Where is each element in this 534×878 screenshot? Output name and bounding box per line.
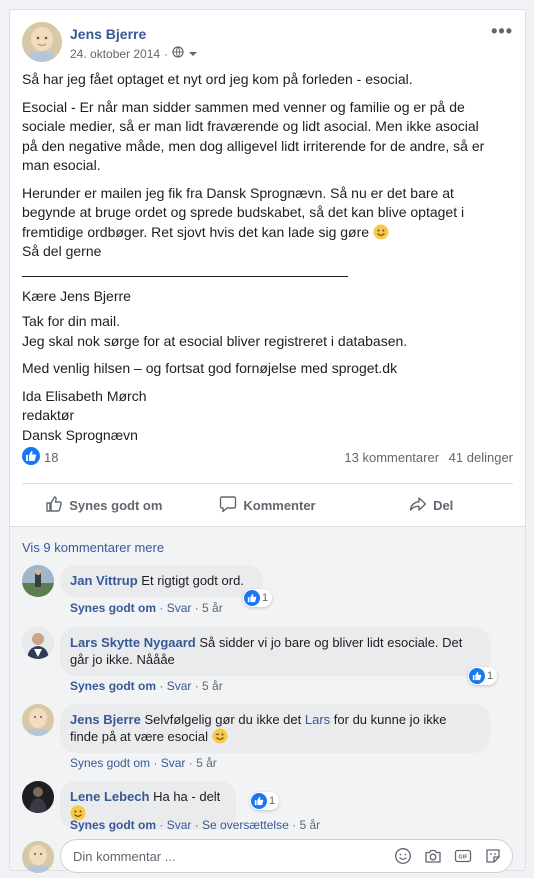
- comment-text: Selvfølgelig gør du ikke det: [144, 712, 302, 727]
- comment-text: for du kunne jo ikke: [333, 712, 447, 727]
- comment-reply-link[interactable]: Svar: [167, 601, 192, 615]
- composer-tools: GIF: [394, 847, 502, 865]
- see-translation-link[interactable]: Se oversættelse: [202, 818, 289, 832]
- wink-emoji-icon: [212, 728, 228, 744]
- comment-like-link[interactable]: Synes godt om: [70, 601, 156, 615]
- shares-count[interactable]: 41 delinger: [449, 450, 513, 465]
- comment-reply-link[interactable]: Svar: [167, 818, 192, 832]
- sticker-icon[interactable]: [484, 847, 502, 865]
- view-more-comments-link[interactable]: Vis 9 kommentarer mere: [22, 540, 164, 555]
- comment-time[interactable]: 5 år: [202, 601, 223, 615]
- post-paragraph: Med venlig hilsen – og fortsat god fornø…: [22, 360, 398, 376]
- comment-text: går jo ikke. Nåååe: [70, 652, 175, 667]
- mention-link[interactable]: Lars: [305, 712, 330, 727]
- comment-reply-link[interactable]: Svar: [161, 756, 186, 770]
- comment-text: Så sidder vi jo bare og bliver lidt esoc…: [199, 635, 463, 650]
- comment-label: Kommenter: [243, 497, 316, 513]
- thumbs-up-icon: [45, 495, 63, 516]
- reaction-count: 1: [487, 670, 494, 682]
- reaction-count: 1: [262, 592, 269, 604]
- commenter-name[interactable]: Lars Skytte Nygaard: [70, 635, 196, 650]
- comment-time[interactable]: 5 år: [202, 679, 223, 693]
- post-body: Så har jeg fået optaget et nyt ord jeg k…: [22, 70, 517, 453]
- post-meta: 24. oktober 2014 ·: [70, 46, 198, 61]
- comment: Jens Bjerre Selvfølgelig gør du ikke det…: [22, 704, 513, 772]
- emoji-icon[interactable]: [394, 847, 412, 865]
- comment-time[interactable]: 5 år: [196, 756, 217, 770]
- comment-like-link[interactable]: Synes godt om: [70, 679, 156, 693]
- like-button[interactable]: Synes godt om: [22, 487, 186, 523]
- comment-bubble: Jan Vittrup Et rigtigt godt ord.: [60, 565, 263, 597]
- comment-actions: Synes godt om · Svar · Se oversættelse ·…: [70, 818, 321, 832]
- post-card: Jens Bjerre 24. oktober 2014 · ••• Så ha…: [9, 9, 526, 873]
- post-author-name[interactable]: Jens Bjerre: [70, 26, 146, 42]
- comment-text: Et rigtigt godt ord.: [141, 573, 244, 588]
- commenter-name[interactable]: Lene Lebech: [70, 789, 149, 804]
- like-reaction-icon: [469, 668, 485, 684]
- post-actions: Synes godt om Kommenter Del: [22, 487, 513, 523]
- share-arrow-icon: [409, 495, 427, 516]
- comment-composer: Din kommentar ... GIF: [22, 839, 513, 875]
- comment-reactions[interactable]: 1: [468, 667, 498, 685]
- globe-icon[interactable]: [172, 46, 184, 61]
- gif-icon[interactable]: GIF: [454, 847, 472, 865]
- like-reaction-icon: [251, 793, 267, 809]
- comment-reactions[interactable]: 1: [243, 589, 273, 607]
- comment-text: finde på at være esocial: [70, 729, 209, 744]
- comment-bubble: Jens Bjerre Selvfølgelig gør du ikke det…: [60, 704, 490, 753]
- share-label: Del: [433, 497, 454, 513]
- author-avatar[interactable]: [22, 22, 62, 62]
- signature-divider: [22, 275, 348, 277]
- comment: Lars Skytte Nygaard Så sidder vi jo bare…: [22, 627, 513, 695]
- comment-input[interactable]: Din kommentar ... GIF: [60, 839, 513, 873]
- comments-section: Vis 9 kommentarer mere Jan Vittrup Et ri…: [10, 526, 525, 873]
- camera-icon[interactable]: [424, 847, 442, 865]
- comment-button[interactable]: Kommenter: [186, 487, 350, 523]
- post-salutation: Kære Jens Bjerre: [22, 287, 131, 304]
- post-paragraph: Tak for din mail. Jeg skal nok sørge for…: [22, 313, 408, 349]
- post-stats: 18 13 kommentarer 41 delinger: [22, 447, 513, 469]
- caret-down-icon[interactable]: [188, 47, 198, 61]
- like-count[interactable]: 18: [44, 450, 58, 465]
- share-button[interactable]: Del: [349, 487, 513, 523]
- comment: Lene Lebech Ha ha - delt 1 Synes godt om…: [22, 781, 513, 833]
- current-user-avatar: [22, 841, 54, 873]
- commenter-name[interactable]: Jan Vittrup: [70, 573, 138, 588]
- commenter-avatar[interactable]: [22, 565, 54, 597]
- comment-reply-link[interactable]: Svar: [167, 679, 192, 693]
- commenter-avatar[interactable]: [22, 781, 54, 813]
- comment-like-link[interactable]: Synes godt om: [70, 756, 150, 770]
- comments-count[interactable]: 13 kommentarer: [344, 450, 439, 465]
- comment-time[interactable]: 5 år: [299, 818, 320, 832]
- divider: [22, 483, 513, 484]
- post-header: Jens Bjerre 24. oktober 2014 · •••: [22, 22, 513, 66]
- smile-emoji-icon: [373, 224, 389, 240]
- comment-bubble: Lars Skytte Nygaard Så sidder vi jo bare…: [60, 627, 490, 676]
- reaction-count: 1: [269, 795, 276, 807]
- commenter-avatar[interactable]: [22, 627, 54, 659]
- comment-reactions[interactable]: 1: [250, 792, 280, 810]
- post-signature: Ida Elisabeth Mørch redaktør Dansk Sprog…: [22, 387, 147, 443]
- comment-input-placeholder: Din kommentar ...: [73, 849, 176, 864]
- post-paragraph: Herunder er mailen jeg fik fra Dansk Spr…: [22, 184, 465, 260]
- commenter-name[interactable]: Jens Bjerre: [70, 712, 141, 727]
- commenter-avatar[interactable]: [22, 704, 54, 736]
- comment-actions: Synes godt om · Svar · 5 år: [70, 679, 223, 693]
- comment-text: Ha ha - delt: [153, 789, 221, 804]
- more-options-icon[interactable]: •••: [491, 22, 513, 40]
- comment-actions: Synes godt om · Svar · 5 år: [70, 601, 223, 615]
- svg-text:GIF: GIF: [458, 855, 468, 861]
- comment-actions: Synes godt om · Svar · 5 år: [70, 756, 217, 770]
- like-reaction-icon: [244, 590, 260, 606]
- comment: Jan Vittrup Et rigtigt godt ord. 1 Synes…: [22, 565, 513, 617]
- like-label: Synes godt om: [69, 497, 163, 513]
- post-paragraph: Så har jeg fået optaget et nyt ord jeg k…: [22, 71, 413, 87]
- speech-bubble-icon: [219, 495, 237, 516]
- post-paragraph: Esocial - Er når man sidder sammen med v…: [22, 98, 485, 174]
- comment-like-link[interactable]: Synes godt om: [70, 818, 156, 832]
- post-date[interactable]: 24. oktober 2014: [70, 47, 160, 61]
- like-reaction-icon[interactable]: [22, 447, 40, 465]
